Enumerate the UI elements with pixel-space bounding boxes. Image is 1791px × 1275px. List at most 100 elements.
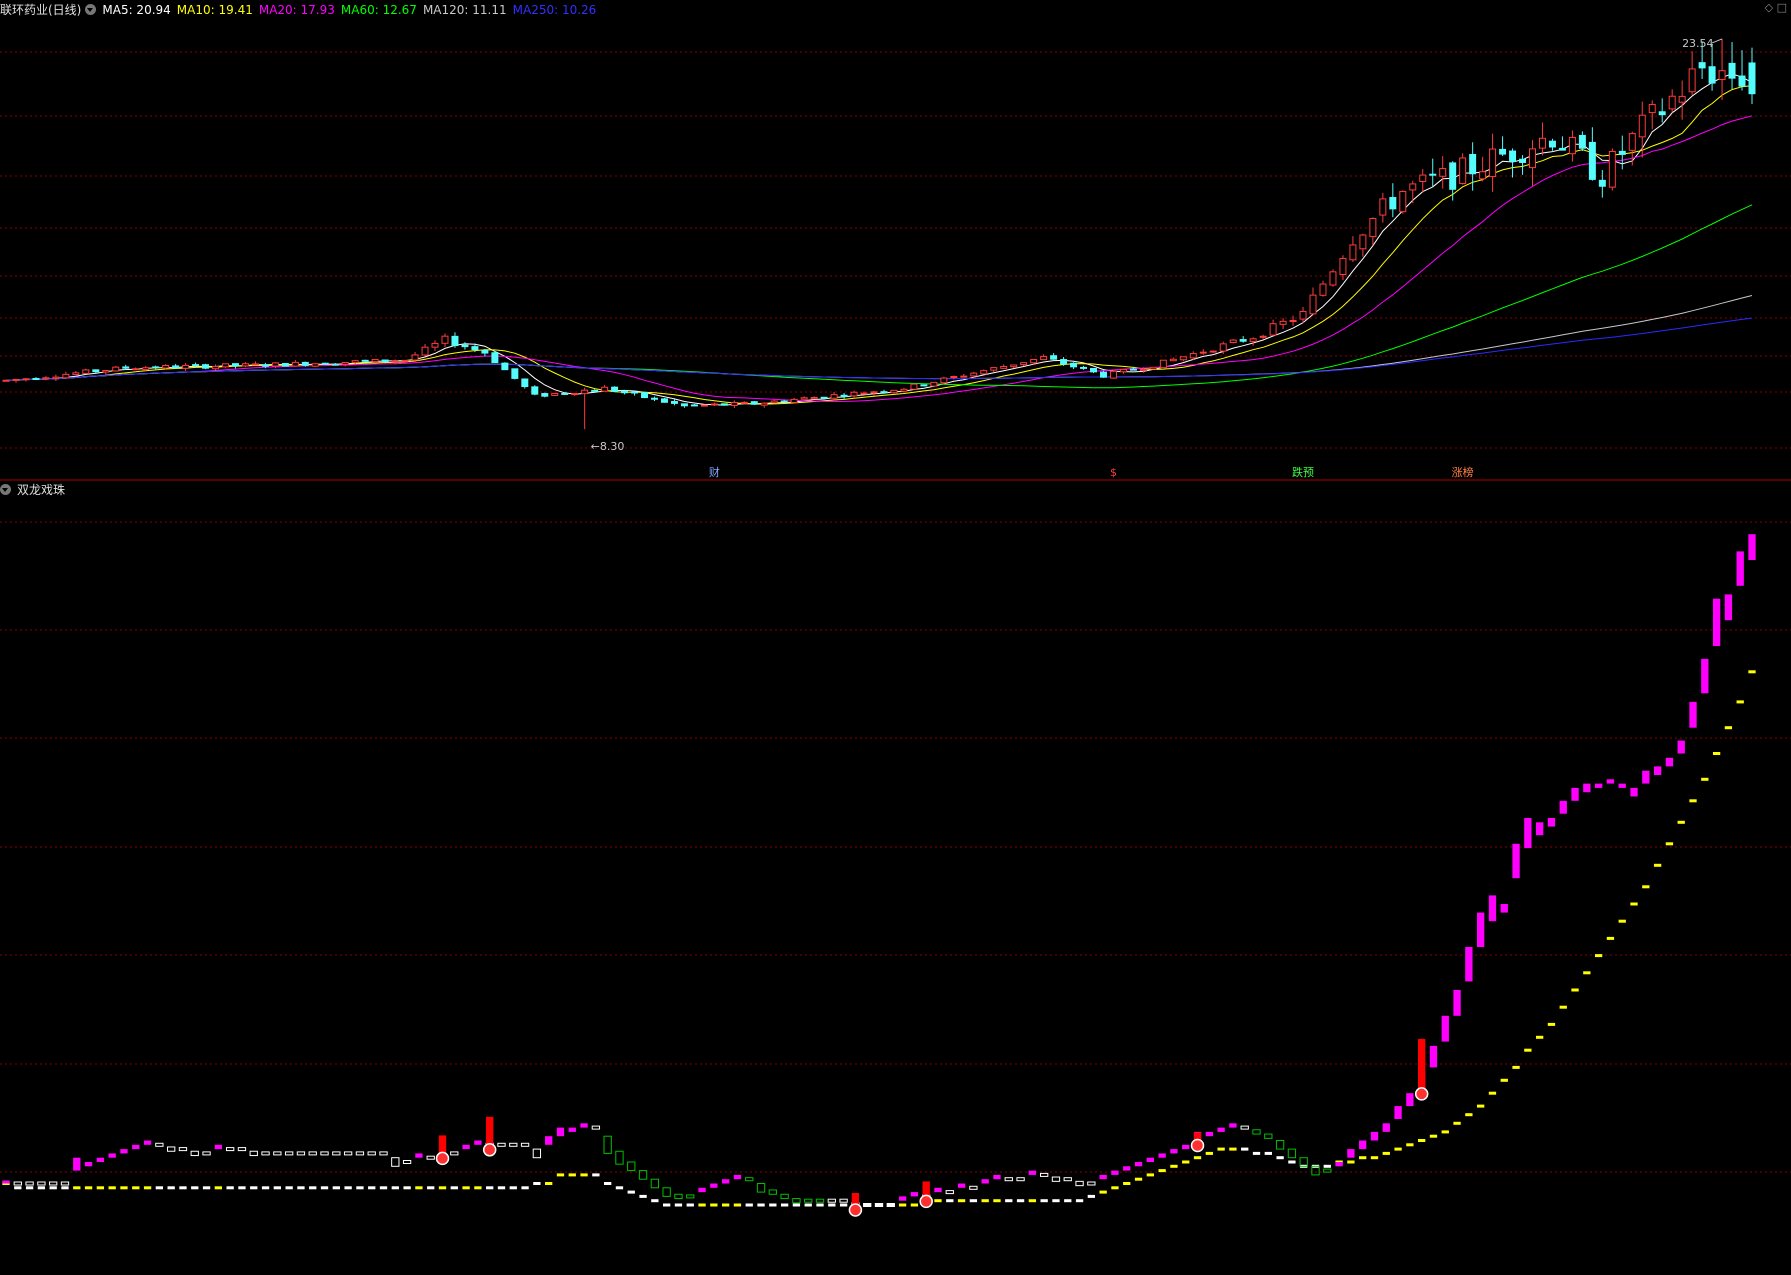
candle-body xyxy=(571,393,579,396)
candle-body xyxy=(1379,198,1387,216)
indicator-up-bar xyxy=(108,1153,116,1158)
indicator-base-bar xyxy=(1028,1199,1037,1203)
indicator-up-bar xyxy=(1547,818,1556,827)
indicator-up-bar xyxy=(1429,1045,1438,1068)
indicator-up-bar xyxy=(1748,534,1756,560)
candle-body xyxy=(301,361,309,366)
pearl-icon xyxy=(1414,1087,1429,1101)
indicator-up-bar xyxy=(993,1174,1001,1180)
candle-body xyxy=(511,368,519,379)
candle-body xyxy=(631,391,639,394)
pearl-icon xyxy=(435,1151,450,1166)
indicator-up-bar xyxy=(545,1136,553,1145)
candle-body xyxy=(112,366,120,372)
indicator-base-bar xyxy=(969,1199,978,1203)
indicator-up-bar xyxy=(214,1144,223,1150)
candle-body xyxy=(1189,353,1197,359)
indicator-up-bar xyxy=(910,1192,919,1197)
indicator-up-bar xyxy=(1146,1157,1154,1162)
indicator-down-bar xyxy=(745,1177,754,1182)
indicator-base-bar xyxy=(615,1186,624,1190)
indicator-down-bar xyxy=(284,1151,294,1156)
indicator-base-bar xyxy=(202,1186,211,1190)
candle-body xyxy=(271,362,279,367)
low-label: ←8.30 xyxy=(591,440,625,453)
indicator-base-bar xyxy=(179,1186,187,1190)
candlestick-layer xyxy=(2,38,1756,430)
candle-body xyxy=(1329,271,1337,286)
signal-bar xyxy=(851,1193,860,1205)
candle-body xyxy=(391,360,399,363)
candle-body xyxy=(471,346,479,350)
candle-body xyxy=(241,363,249,367)
candle-body xyxy=(641,391,649,399)
indicator-up-bar xyxy=(132,1144,140,1150)
indicator-base-bar xyxy=(568,1173,576,1177)
indicator-down-bar xyxy=(450,1151,459,1156)
candle-body xyxy=(910,383,918,390)
candle-body xyxy=(381,359,389,363)
candle-body xyxy=(1289,320,1297,323)
indicator-up-bar xyxy=(1182,1144,1190,1150)
indicator-base-bar xyxy=(1512,1065,1520,1069)
candle-body xyxy=(461,344,469,348)
indicator-base-bar xyxy=(1252,1151,1261,1155)
indicator-base-bar xyxy=(592,1173,600,1177)
indicator-base-bar xyxy=(96,1186,105,1190)
candle-body xyxy=(1040,356,1048,361)
indicator-down-bar xyxy=(190,1150,199,1157)
indicator-down-bar xyxy=(261,1151,270,1156)
indicator-up-bar xyxy=(1028,1170,1037,1175)
indicator-base-bar xyxy=(49,1186,57,1190)
candle-body xyxy=(760,402,768,406)
indicator-base-bar xyxy=(1394,1147,1402,1151)
indicator-base-bar xyxy=(1158,1169,1166,1173)
indicator-up-bar xyxy=(1394,1106,1402,1119)
candle-body xyxy=(1638,114,1646,138)
candle-body xyxy=(82,369,90,374)
candle-body xyxy=(62,373,70,379)
indicator-base-bar xyxy=(533,1182,541,1185)
candle-body xyxy=(162,364,170,369)
candle-body xyxy=(591,389,599,392)
candle-body xyxy=(102,370,110,373)
candle-body xyxy=(561,392,569,395)
indicator-base-bar xyxy=(733,1203,742,1207)
indicator-base-bar xyxy=(191,1186,199,1190)
candle-body xyxy=(261,364,269,367)
indicator-up-bar xyxy=(1477,912,1485,947)
indicator-base-bar xyxy=(1347,1160,1355,1164)
candle-body xyxy=(1030,358,1038,364)
candle-body xyxy=(182,364,190,369)
indicator-up-bar xyxy=(415,1153,423,1158)
indicator-up-bar xyxy=(733,1174,742,1180)
indicator-base-bar xyxy=(344,1186,352,1190)
indicator-base-bar xyxy=(1500,1078,1508,1082)
candle-body xyxy=(840,394,848,398)
candle-body xyxy=(72,372,80,376)
indicator-down-bar xyxy=(815,1198,825,1203)
indicator-base-bar xyxy=(1229,1147,1237,1151)
candle-body xyxy=(850,391,858,397)
indicator-down-bar xyxy=(1016,1177,1025,1182)
indicator-base-bar xyxy=(1724,726,1733,730)
indicator-base-bar xyxy=(757,1203,765,1207)
candle-body xyxy=(1319,283,1327,296)
indicator-base-bar xyxy=(474,1186,482,1190)
indicator-up-bar xyxy=(898,1196,907,1201)
indicator-up-bar xyxy=(1677,740,1685,754)
candle-body xyxy=(1519,158,1527,163)
candle-body xyxy=(1558,147,1566,151)
candle-body xyxy=(1538,137,1546,149)
candle-body xyxy=(32,377,40,380)
indicator-up-bar xyxy=(934,1187,942,1193)
indicator-up-bar xyxy=(1712,598,1721,646)
candle-body xyxy=(1099,371,1107,378)
indicator-base-bar xyxy=(391,1186,399,1190)
candle-body xyxy=(950,376,958,379)
indicator-down-bar xyxy=(320,1151,329,1156)
event-marker: $ xyxy=(1110,466,1117,479)
signal-bar xyxy=(1418,1038,1426,1089)
indicator-up-bar xyxy=(96,1157,105,1162)
candle-body xyxy=(222,363,229,368)
